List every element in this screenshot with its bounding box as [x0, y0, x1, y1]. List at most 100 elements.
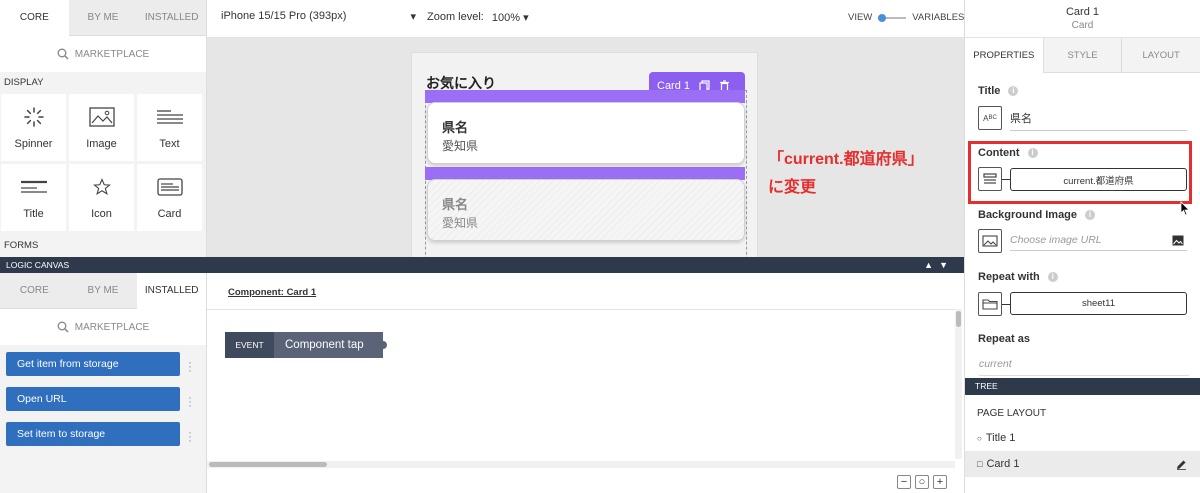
- tile-icon[interactable]: Icon: [69, 164, 134, 231]
- content-prop-label: Content i: [978, 147, 1038, 159]
- mouse-cursor-icon: [1180, 201, 1190, 216]
- tile-card[interactable]: Card: [137, 164, 202, 231]
- title-prop-label-text: Title: [978, 85, 1001, 97]
- list-binding-icon[interactable]: [978, 167, 1002, 191]
- tab-style[interactable]: STYLE: [1042, 38, 1122, 73]
- marketplace-link[interactable]: MARKETPLACE: [0, 309, 206, 345]
- repeat-as-label-text: Repeat as: [978, 333, 1030, 345]
- repeat-with-label-text: Repeat with: [978, 271, 1040, 283]
- chevron-down-icon: ▾: [523, 12, 529, 24]
- repeat-with-label: Repeat with i: [978, 271, 1058, 283]
- tile-text[interactable]: Text: [137, 94, 202, 161]
- selection-name: Card 1: [1065, 6, 1100, 18]
- event-name: Component tap: [274, 332, 387, 358]
- info-icon[interactable]: i: [1008, 86, 1019, 96]
- info-icon[interactable]: i: [1085, 210, 1096, 220]
- view-variables-toggle[interactable]: VIEW VARIABLES: [848, 12, 964, 23]
- card-title: 県名: [442, 197, 469, 212]
- bg-image-label: Background Image i: [978, 209, 1096, 221]
- component-grid: Spinner Image Text Title Icon Card: [0, 94, 206, 231]
- square-marker-icon: □: [977, 459, 983, 469]
- marketplace-link[interactable]: MARKETPLACE: [0, 36, 206, 72]
- tile-title[interactable]: Title: [1, 164, 66, 231]
- card-title: 県名: [442, 120, 469, 135]
- content-binding-field[interactable]: current.都道府県: [1010, 168, 1187, 191]
- binding-connector: [1002, 179, 1010, 180]
- repeat-as-input[interactable]: current: [979, 358, 1189, 376]
- tab-by-me[interactable]: BY ME: [68, 0, 138, 36]
- horizontal-scrollbar[interactable]: [207, 461, 955, 468]
- logic-workspace[interactable]: EVENT Component tap: [207, 309, 955, 459]
- panel-resize-arrows[interactable]: ▲▼: [924, 257, 954, 273]
- tab-core[interactable]: CORE: [0, 273, 69, 309]
- zoom-reset-button[interactable]: ○: [915, 475, 929, 489]
- search-icon: [57, 321, 69, 333]
- folder-binding-icon[interactable]: [978, 292, 1002, 316]
- image-icon: [88, 106, 115, 128]
- card-item[interactable]: 県名 愛知県: [427, 102, 745, 164]
- action-set-item[interactable]: Set item to storage: [6, 422, 180, 446]
- logic-canvas-label: LOGIC CANVAS: [6, 260, 70, 270]
- pencil-icon[interactable]: [1176, 459, 1187, 470]
- tab-layout[interactable]: LAYOUT: [1121, 38, 1200, 73]
- event-node[interactable]: EVENT Component tap: [225, 332, 387, 358]
- spinner-icon: [23, 106, 45, 128]
- text-binding-icon[interactable]: A BC: [978, 106, 1002, 130]
- binding-connector: [1002, 304, 1010, 305]
- tab-core[interactable]: CORE: [0, 0, 69, 36]
- logic-editor: Component: Card 1 EVENT Component tap − …: [207, 273, 964, 493]
- bg-image-input[interactable]: Choose image URL: [1010, 234, 1187, 251]
- logic-canvas-bar: LOGIC CANVAS ▲▼: [0, 257, 964, 273]
- tab-by-me[interactable]: BY ME: [68, 273, 138, 309]
- zoom-out-button[interactable]: −: [897, 475, 911, 489]
- tree-header: TREE: [965, 378, 1200, 395]
- action-open-url[interactable]: Open URL: [6, 387, 180, 411]
- info-icon[interactable]: i: [1027, 148, 1038, 158]
- star-icon: [92, 176, 111, 198]
- zoom-label: Zoom level:: [427, 11, 484, 23]
- tile-spinner[interactable]: Spinner: [1, 94, 66, 161]
- view-label: VIEW: [848, 12, 873, 23]
- tab-installed[interactable]: INSTALLED: [137, 0, 207, 36]
- top-bar: iPhone 15/15 Pro (393px) ▾ Zoom level: 1…: [207, 0, 964, 38]
- marketplace-label: MARKETPLACE: [74, 48, 150, 60]
- tile-label: Title: [23, 207, 44, 220]
- logic-palette: CORE BY ME INSTALLED MARKETPLACE Get ite…: [0, 273, 207, 493]
- circle-marker-icon: ○: [977, 433, 982, 443]
- info-icon[interactable]: i: [1047, 272, 1058, 282]
- caret-up-icon[interactable]: ▲: [924, 260, 939, 270]
- zoom-in-button[interactable]: +: [933, 475, 947, 489]
- drag-handle-icon[interactable]: · · ·: [188, 356, 192, 376]
- repeat-with-field[interactable]: sheet11: [1010, 292, 1187, 315]
- component-palette: CORE BY ME INSTALLED MARKETPLACE DISPLAY…: [0, 0, 207, 257]
- tab-properties[interactable]: PROPERTIES: [965, 38, 1043, 73]
- component-tab[interactable]: Component: Card 1: [228, 287, 316, 298]
- card-item-repeat: 県名 愛知県: [427, 179, 745, 241]
- selection-header: Card 1 Card: [964, 0, 1200, 38]
- search-icon: [57, 48, 69, 60]
- drag-handle-icon[interactable]: · · ·: [188, 426, 192, 446]
- title-input[interactable]: 県名: [1010, 110, 1187, 131]
- tile-image[interactable]: Image: [69, 94, 134, 161]
- title-prop-label: Title i: [978, 85, 1019, 97]
- logic-actions-list: Get item from storage · · · Open URL · · · S…: [0, 345, 206, 446]
- vertical-scrollbar[interactable]: [955, 309, 962, 459]
- selection-type: Card: [1071, 20, 1094, 31]
- tab-installed[interactable]: INSTALLED: [137, 273, 207, 309]
- action-get-item[interactable]: Get item from storage: [6, 352, 180, 376]
- zoom-select[interactable]: 100% ▾: [492, 11, 529, 24]
- image-picker-icon[interactable]: [1172, 235, 1184, 246]
- page-layout-label: PAGE LAYOUT: [977, 408, 1047, 419]
- image-binding-icon[interactable]: [978, 229, 1002, 253]
- tree-item-card[interactable]: □ Card 1: [965, 451, 1200, 477]
- toggle-switch[interactable]: [878, 13, 907, 22]
- caret-down-icon[interactable]: ▼: [939, 260, 954, 270]
- card-subtitle: 愛知県: [442, 216, 479, 230]
- drag-handle-icon[interactable]: · · ·: [188, 391, 192, 411]
- zoom-value: 100%: [491, 12, 520, 24]
- marketplace-label: MARKETPLACE: [74, 321, 150, 333]
- tree-item-title[interactable]: ○ Title 1: [965, 425, 1200, 451]
- device-select[interactable]: iPhone 15/15 Pro (393px) ▾: [221, 10, 416, 23]
- palette-tabs: CORE BY ME INSTALLED: [0, 0, 207, 36]
- title-icon: [20, 176, 48, 198]
